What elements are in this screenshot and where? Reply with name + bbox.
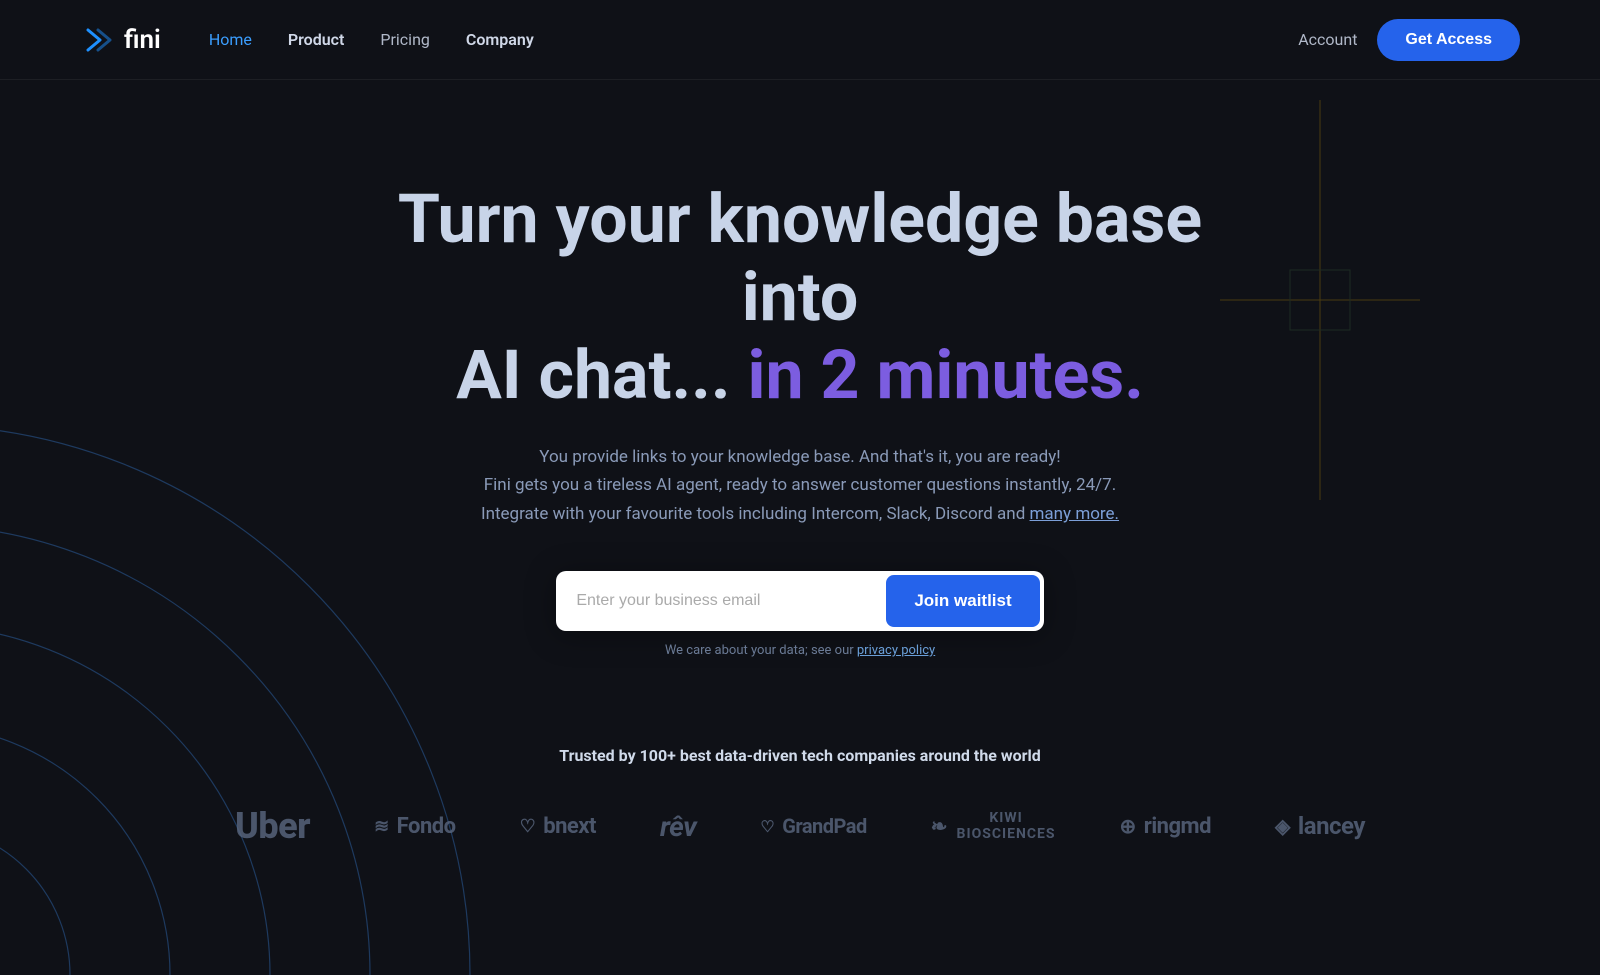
email-input[interactable] <box>556 576 886 626</box>
logos-row: Uber ≋ Fondo ♡ bnext rêv ♡ GrandPad ❧ KI… <box>0 805 1600 847</box>
hero-title-line1: Turn your knowledge base into <box>398 179 1202 337</box>
join-waitlist-button[interactable]: Join waitlist <box>886 575 1039 627</box>
logo-rev: rêv <box>660 810 696 843</box>
uber-text: Uber <box>235 805 310 847</box>
grandpad-icon: ♡ <box>760 817 774 836</box>
logo-kiwi: ❧ KIWIBIOSCIENCES <box>931 810 1056 842</box>
nav-right: Account Get Access <box>1298 19 1520 61</box>
logo-text: fini <box>124 25 161 55</box>
bnext-text: bnext <box>543 814 596 839</box>
navbar: fini Home Product Pricing Company Accoun… <box>0 0 1600 80</box>
logo-ringmd: ⊕ ringmd <box>1120 814 1212 839</box>
hero-subtitle: You provide links to your knowledge base… <box>481 443 1119 530</box>
fini-logo-icon <box>80 22 116 58</box>
logo-grandpad: ♡ GrandPad <box>760 814 866 838</box>
ringmd-text: ringmd <box>1144 814 1211 839</box>
trusted-section: Trusted by 100+ best data-driven tech co… <box>0 746 1600 847</box>
trusted-title: Trusted by 100+ best data-driven tech co… <box>0 746 1600 765</box>
grandpad-text: GrandPad <box>782 814 867 838</box>
nav-item-home[interactable]: Home <box>209 30 252 49</box>
privacy-note: We care about your data; see our privacy… <box>665 643 935 658</box>
fondo-icon: ≋ <box>374 816 389 837</box>
nav-links: Home Product Pricing Company <box>209 30 534 49</box>
rev-text: rêv <box>660 810 696 843</box>
hero-subtitle-line2: Fini gets you a tireless AI agent, ready… <box>484 475 1116 495</box>
bnext-icon: ♡ <box>520 816 536 837</box>
lancey-text: lancey <box>1298 812 1365 840</box>
account-link[interactable]: Account <box>1298 30 1357 49</box>
logo[interactable]: fini <box>80 22 161 58</box>
kiwi-icon: ❧ <box>931 814 949 838</box>
logo-lancey: ◈ lancey <box>1275 812 1365 840</box>
hero-section: Turn your knowledge base into AI chat...… <box>0 80 1600 698</box>
hero-subtitle-link[interactable]: many more. <box>1030 504 1120 524</box>
get-access-button[interactable]: Get Access <box>1377 19 1520 61</box>
hero-title-line2: AI chat... <box>456 335 731 415</box>
ringmd-icon: ⊕ <box>1120 814 1136 838</box>
fondo-text: Fondo <box>397 814 456 839</box>
logo-uber: Uber <box>235 805 310 847</box>
hero-title: Turn your knowledge base into AI chat...… <box>350 180 1250 415</box>
hero-subtitle-line3-pre: Integrate with your favourite tools incl… <box>481 504 1030 524</box>
nav-item-pricing[interactable]: Pricing <box>380 30 430 49</box>
nav-link-home[interactable]: Home <box>209 30 252 49</box>
cta-row: Join waitlist <box>556 571 1043 631</box>
kiwi-text: KIWIBIOSCIENCES <box>957 810 1056 842</box>
nav-left: fini Home Product Pricing Company <box>80 22 534 58</box>
privacy-note-pre: We care about your data; see our <box>665 643 857 658</box>
logo-bnext: ♡ bnext <box>520 814 596 839</box>
lancey-icon: ◈ <box>1275 814 1290 838</box>
logo-fondo: ≋ Fondo <box>374 814 456 839</box>
nav-link-company[interactable]: Company <box>466 30 534 49</box>
hero-title-highlight: in 2 minutes. <box>731 335 1144 415</box>
nav-link-product[interactable]: Product <box>288 30 345 49</box>
nav-link-pricing[interactable]: Pricing <box>380 30 430 49</box>
privacy-policy-link[interactable]: privacy policy <box>857 643 935 658</box>
nav-item-company[interactable]: Company <box>466 30 534 49</box>
nav-item-product[interactable]: Product <box>288 30 345 49</box>
hero-subtitle-line1: You provide links to your knowledge base… <box>539 447 1060 467</box>
